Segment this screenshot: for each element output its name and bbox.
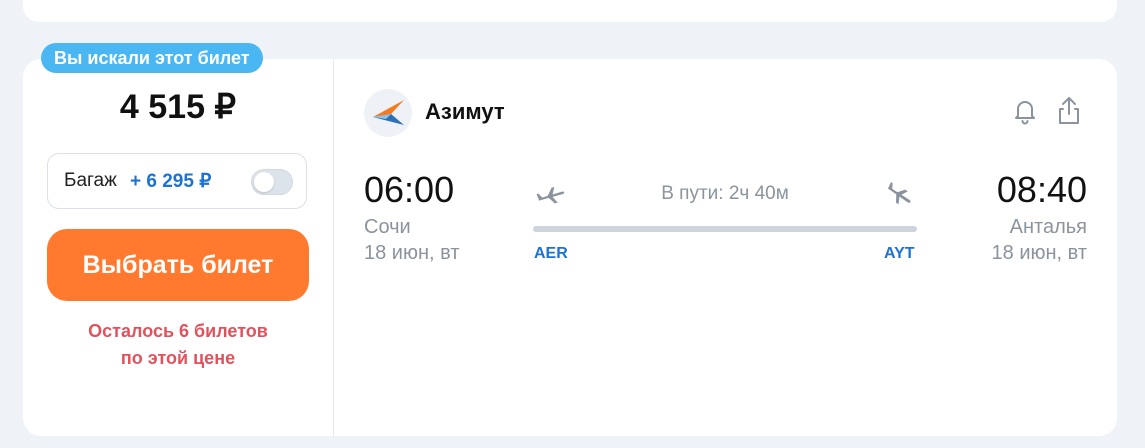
departure-airport-code: AER <box>534 245 568 262</box>
arrival-city: Анталья <box>1009 216 1087 238</box>
arrival-date: 18 июн, вт <box>991 242 1087 264</box>
baggage-label: Багаж <box>64 170 117 191</box>
ticket-card: 4 515 ₽ Багаж + 6 295 ₽ Выбрать билет Ос… <box>23 59 1117 436</box>
azimut-logo-icon <box>373 100 404 125</box>
searched-ticket-badge: Вы искали этот билет <box>41 43 263 73</box>
arrival-airport-code: AYT <box>884 245 915 262</box>
baggage-price: + 6 295 ₽ <box>130 171 212 192</box>
select-ticket-button[interactable]: Выбрать билет <box>47 229 309 301</box>
tickets-left-line2: по этой цене <box>120 348 236 368</box>
arrival-time: 08:40 <box>996 169 1087 210</box>
airline-name: Азимут <box>425 99 505 124</box>
toggle-knob <box>254 172 274 192</box>
tickets-left-line1: Осталось 6 билетов <box>88 321 268 341</box>
baggage-option[interactable]: Багаж + 6 295 ₽ <box>47 153 307 209</box>
tickets-left-notice: Осталось 6 билетов по этой цене <box>23 318 333 372</box>
bell-icon[interactable] <box>1009 95 1041 127</box>
flight-duration: В пути: 2ч 40м <box>661 183 789 204</box>
departure-date: 18 июн, вт <box>364 242 460 264</box>
baggage-toggle[interactable] <box>251 169 293 195</box>
departure-city: Сочи <box>364 216 411 238</box>
departure-time: 06:00 <box>364 169 455 210</box>
previous-ticket-card <box>23 0 1117 22</box>
airline-logo <box>364 89 412 137</box>
price-panel: 4 515 ₽ Багаж + 6 295 ₽ Выбрать билет Ос… <box>23 59 334 436</box>
ticket-price: 4 515 ₽ <box>119 88 237 126</box>
route-line <box>533 226 917 232</box>
share-icon[interactable] <box>1053 95 1085 127</box>
landing-plane-icon <box>883 179 915 211</box>
